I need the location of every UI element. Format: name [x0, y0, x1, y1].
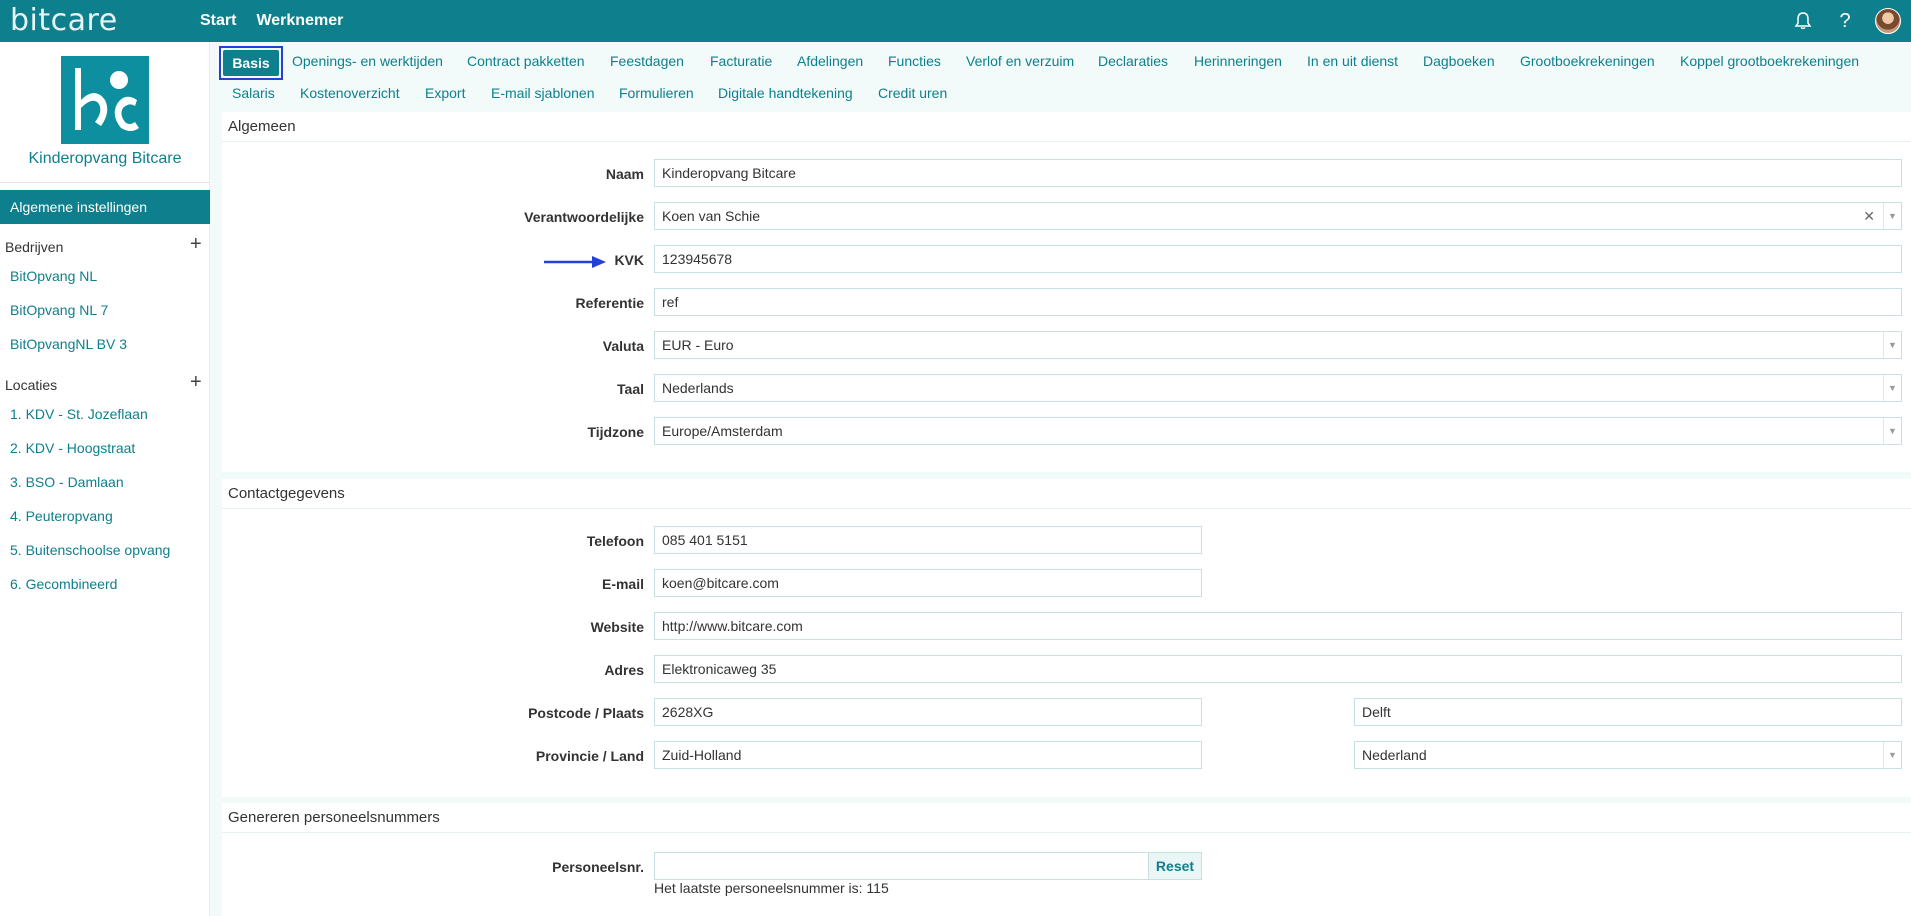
tab-kostenoverzicht[interactable]: Kostenoverzicht — [300, 85, 400, 101]
telefoon-input[interactable] — [654, 526, 1202, 554]
sidebar-divider — [0, 182, 210, 183]
label-verantwoordelijke: Verantwoordelijke — [524, 209, 644, 225]
tab-in-uit-dienst[interactable]: In en uit dienst — [1307, 53, 1398, 69]
tab-afdelingen[interactable]: Afdelingen — [797, 53, 863, 69]
nav-start[interactable]: Start — [200, 12, 236, 30]
label-email: E-mail — [601, 576, 644, 592]
tab-formulieren[interactable]: Formulieren — [619, 85, 694, 101]
adres-input[interactable] — [654, 655, 1902, 683]
top-icons: ? — [1791, 0, 1901, 42]
sidebar-item-location[interactable]: 1. KDV - St. Jozeflaan — [10, 406, 148, 422]
label-referentie: Referentie — [575, 295, 644, 311]
tab-contract-pakketten[interactable]: Contract pakketten — [467, 53, 585, 69]
label-valuta: Valuta — [602, 338, 644, 354]
plaats-input[interactable] — [1354, 698, 1902, 726]
reset-button[interactable]: Reset — [1148, 852, 1202, 880]
last-personnel-number-hint: Het laatste personeelsnummer is: 115 — [654, 880, 889, 896]
brand-logo[interactable]: bitcare — [10, 0, 118, 42]
top-bar: bitcare Start Werknemer ? — [0, 0, 1911, 42]
label-postcode-plaats: Postcode / Plaats — [528, 705, 644, 721]
section-title-algemeen: Algemeen — [222, 112, 1911, 142]
section-title-contactgegevens: Contactgegevens — [222, 479, 1911, 509]
label-adres: Adres — [604, 662, 644, 678]
tab-grootboekrekeningen[interactable]: Grootboekrekeningen — [1520, 53, 1655, 69]
add-company-button[interactable]: + — [190, 234, 202, 254]
top-nav: Start Werknemer — [200, 0, 343, 42]
label-telefoon: Telefoon — [586, 533, 644, 549]
tab-herinneringen[interactable]: Herinneringen — [1194, 53, 1282, 69]
label-kvk: KVK — [614, 252, 644, 268]
personeelsnr-input[interactable] — [654, 852, 1150, 880]
sidebar-item-location[interactable]: 4. Peuteropvang — [10, 508, 113, 524]
label-naam: Naam — [605, 166, 644, 182]
sidebar-item-location[interactable]: 2. KDV - Hoogstraat — [10, 440, 135, 456]
chevron-down-icon: ▼ — [1883, 375, 1901, 401]
tab-declaraties[interactable]: Declaraties — [1098, 53, 1168, 69]
verantwoordelijke-select[interactable]: Koen van Schie ✕ ▼ — [654, 202, 1902, 230]
bell-icon[interactable] — [1791, 9, 1815, 33]
tab-openings-werktijden[interactable]: Openings- en werktijden — [292, 53, 443, 69]
label-website: Website — [590, 619, 644, 635]
org-logo — [61, 56, 149, 144]
sidebar-item-company[interactable]: BitOpvang NL — [10, 268, 97, 284]
tab-salaris[interactable]: Salaris — [232, 85, 275, 101]
tab-dagboeken[interactable]: Dagboeken — [1423, 53, 1495, 69]
website-input[interactable] — [654, 612, 1902, 640]
tab-facturatie[interactable]: Facturatie — [710, 53, 772, 69]
tab-feestdagen[interactable]: Feestdagen — [610, 53, 684, 69]
tab-export[interactable]: Export — [425, 85, 465, 101]
section-title-personeelsnummers: Genereren personeelsnummers — [222, 803, 1911, 833]
tab-email-sjablonen[interactable]: E-mail sjablonen — [491, 85, 595, 101]
chevron-down-icon: ▼ — [1883, 742, 1901, 768]
nav-werknemer[interactable]: Werknemer — [256, 12, 343, 30]
provincie-input[interactable] — [654, 741, 1202, 769]
tab-functies[interactable]: Functies — [888, 53, 941, 69]
land-select[interactable]: Nederland ▼ — [1354, 741, 1902, 769]
tab-digitale-handtekening[interactable]: Digitale handtekening — [718, 85, 853, 101]
chevron-down-icon: ▼ — [1883, 203, 1901, 229]
chevron-down-icon: ▼ — [1883, 418, 1901, 444]
tab-credit-uren[interactable]: Credit uren — [878, 85, 947, 101]
tab-koppel-grootboekrekeningen[interactable]: Koppel grootboekrekeningen — [1680, 53, 1859, 69]
valuta-select[interactable]: EUR - Euro ▼ — [654, 331, 1902, 359]
user-avatar[interactable] — [1875, 8, 1901, 34]
tab-basis[interactable]: Basis — [219, 46, 283, 80]
chevron-down-icon: ▼ — [1883, 332, 1901, 358]
postcode-input[interactable] — [654, 698, 1202, 726]
kvk-input[interactable] — [654, 245, 1902, 273]
label-tijdzone: Tijdzone — [587, 424, 644, 440]
clear-icon[interactable]: ✕ — [1863, 203, 1875, 229]
sidebar-item-location[interactable]: 3. BSO - Damlaan — [10, 474, 124, 490]
naam-input[interactable] — [654, 159, 1902, 187]
email-input[interactable] — [654, 569, 1202, 597]
referentie-input[interactable] — [654, 288, 1902, 316]
label-provincie-land: Provincie / Land — [535, 748, 644, 764]
label-taal: Taal — [617, 381, 644, 397]
tab-verlof-verzuim[interactable]: Verlof en verzuim — [966, 53, 1074, 69]
help-icon[interactable]: ? — [1833, 9, 1857, 33]
label-personeelsnr: Personeelsnr. — [552, 859, 644, 875]
taal-select[interactable]: Nederlands ▼ — [654, 374, 1902, 402]
tijdzone-select[interactable]: Europe/Amsterdam ▼ — [654, 417, 1902, 445]
